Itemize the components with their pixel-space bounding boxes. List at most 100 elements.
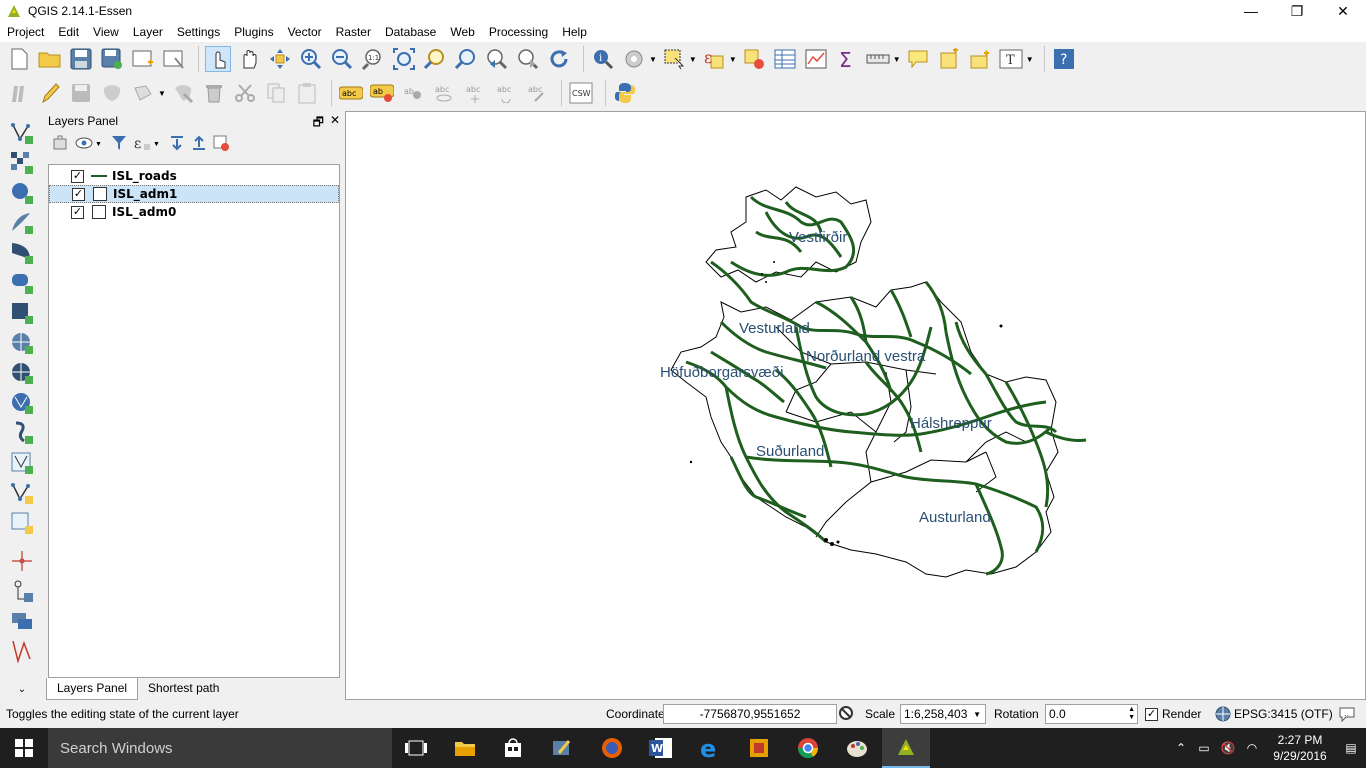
- pan-to-selection-icon[interactable]: [267, 46, 293, 72]
- select-features-icon[interactable]: [661, 46, 687, 72]
- new-spatialite-layer-icon[interactable]: [8, 510, 36, 536]
- add-postgis-layer-icon[interactable]: [8, 180, 36, 206]
- change-label-icon[interactable]: abc: [524, 80, 550, 106]
- battery-icon[interactable]: ▭: [1192, 741, 1216, 755]
- chevron-down-icon[interactable]: ▼: [893, 55, 901, 64]
- node-tool-icon[interactable]: [170, 80, 196, 106]
- move-feature-icon[interactable]: [130, 80, 156, 106]
- open-attribute-table-icon[interactable]: [772, 46, 798, 72]
- layer-labeling-options-icon[interactable]: abc: [338, 80, 364, 106]
- add-vector-layer-icon[interactable]: [8, 120, 36, 146]
- chevron-down-icon[interactable]: ⌄: [8, 680, 36, 698]
- rotation-spinbox[interactable]: 0.0 ▲ ▼: [1045, 704, 1138, 724]
- wifi-icon[interactable]: ◠: [1240, 741, 1264, 755]
- show-bookmarks-icon[interactable]: [967, 46, 993, 72]
- statistical-summary-icon[interactable]: [803, 46, 829, 72]
- mouse-extent-toggle-icon[interactable]: [838, 705, 854, 724]
- layer-visibility-checkbox[interactable]: ✓: [72, 187, 85, 201]
- menu-plugins[interactable]: Plugins: [227, 25, 280, 39]
- volume-muted-icon[interactable]: 🔇: [1216, 741, 1240, 755]
- menu-processing[interactable]: Processing: [482, 25, 555, 39]
- zoom-out-icon[interactable]: [329, 46, 355, 72]
- messages-icon[interactable]: ..: [1338, 705, 1356, 726]
- current-edits-icon[interactable]: [6, 80, 32, 106]
- tab-shortest-path[interactable]: Shortest path: [138, 678, 229, 700]
- touch-zoom-pan-icon[interactable]: [205, 46, 231, 72]
- save-as-icon[interactable]: [99, 46, 125, 72]
- collapse-all-icon[interactable]: [190, 134, 208, 155]
- run-feature-action-icon[interactable]: [621, 46, 647, 72]
- coordinate-field[interactable]: -7756870,9551652: [663, 704, 837, 724]
- close-panel-icon[interactable]: ✕: [330, 113, 340, 134]
- crs-globe-icon[interactable]: [1215, 706, 1231, 725]
- add-delimited-text-layer-icon[interactable]: [8, 420, 36, 446]
- start-button[interactable]: [0, 728, 48, 768]
- chevron-up-icon[interactable]: ⌃: [1170, 741, 1192, 755]
- identify-features-icon[interactable]: i: [590, 46, 616, 72]
- spinner-arrows-icon[interactable]: ▲ ▼: [1128, 706, 1135, 722]
- cut-features-icon[interactable]: [232, 80, 258, 106]
- layer-visibility-checkbox[interactable]: ✓: [71, 169, 84, 183]
- refresh-icon[interactable]: [546, 46, 572, 72]
- menu-web[interactable]: Web: [443, 25, 481, 39]
- chrome-icon[interactable]: [784, 728, 832, 768]
- chevron-down-icon[interactable]: ▼: [649, 55, 657, 64]
- pin-labels-icon[interactable]: ab: [400, 80, 426, 106]
- move-label-icon[interactable]: abc: [462, 80, 488, 106]
- zoom-next-icon[interactable]: [515, 46, 541, 72]
- toggle-editing-icon[interactable]: [37, 80, 63, 106]
- show-hide-labels-icon[interactable]: abc: [431, 80, 457, 106]
- deselect-features-icon[interactable]: [741, 46, 767, 72]
- chevron-down-icon[interactable]: ▼: [973, 710, 981, 719]
- metasearch-csw-icon[interactable]: CSW: [568, 80, 594, 106]
- chevron-down-icon[interactable]: ▼: [153, 141, 160, 148]
- menu-settings[interactable]: Settings: [170, 25, 227, 39]
- task-view-icon[interactable]: [392, 728, 440, 768]
- georeferencer-icon[interactable]: [8, 578, 36, 604]
- qgis-browser-icon[interactable]: [538, 728, 586, 768]
- layer-row-isl-adm1[interactable]: ✓ ISL_adm1: [49, 185, 339, 203]
- map-tips-icon[interactable]: [905, 46, 931, 72]
- road-graph-icon[interactable]: [8, 638, 36, 664]
- remove-layer-icon[interactable]: [212, 134, 230, 155]
- chevron-down-icon[interactable]: ▼: [689, 55, 697, 64]
- add-wms-layer-icon[interactable]: [8, 330, 36, 356]
- zoom-full-icon[interactable]: [391, 46, 417, 72]
- python-console-icon[interactable]: [612, 80, 638, 106]
- firefox-icon[interactable]: [588, 728, 636, 768]
- evis-event-browser-icon[interactable]: [8, 608, 36, 634]
- qgis-taskbar-icon[interactable]: [882, 728, 930, 768]
- visibility-eye-icon[interactable]: [74, 134, 94, 155]
- text-annotation-icon[interactable]: T: [998, 46, 1024, 72]
- search-box[interactable]: Search Windows: [48, 728, 392, 768]
- chevron-down-icon[interactable]: ▼: [729, 55, 737, 64]
- add-spatialite-layer-icon[interactable]: [8, 210, 36, 236]
- new-shapefile-layer-icon[interactable]: [8, 480, 36, 506]
- composer-manager-icon[interactable]: [161, 46, 187, 72]
- menu-raster[interactable]: Raster: [329, 25, 378, 39]
- render-checkbox[interactable]: ✓: [1145, 707, 1158, 721]
- add-db2-layer-icon[interactable]: [8, 270, 36, 296]
- add-feature-tool-icon[interactable]: [8, 548, 36, 574]
- menu-help[interactable]: Help: [555, 25, 594, 39]
- layer-visibility-checkbox[interactable]: ✓: [71, 205, 84, 219]
- field-calculator-icon[interactable]: Σ: [834, 46, 860, 72]
- map-canvas[interactable]: Vestfirðir Vesturland Norðurland vestra …: [345, 111, 1366, 700]
- menu-edit[interactable]: Edit: [51, 25, 86, 39]
- menu-vector[interactable]: Vector: [281, 25, 329, 39]
- delete-selected-icon[interactable]: [201, 80, 227, 106]
- save-layer-edits-icon[interactable]: [68, 80, 94, 106]
- crs-label[interactable]: EPSG:3415 (OTF): [1234, 707, 1333, 721]
- layer-row-isl-roads[interactable]: ✓ ISL_roads: [49, 167, 339, 185]
- store-icon[interactable]: [489, 728, 537, 768]
- new-bookmark-icon[interactable]: [936, 46, 962, 72]
- clock[interactable]: 2:27 PM 9/29/2016: [1264, 732, 1336, 764]
- scale-combobox[interactable]: 1:6,258,403 ▼: [900, 704, 986, 724]
- filter-legend-icon[interactable]: [110, 134, 128, 155]
- add-mssql-layer-icon[interactable]: [8, 240, 36, 266]
- zoom-native-resolution-icon[interactable]: 1:1: [360, 46, 386, 72]
- menu-project[interactable]: Project: [0, 25, 51, 39]
- select-by-expression-icon[interactable]: ε: [701, 46, 727, 72]
- style-manager-icon[interactable]: [52, 134, 70, 155]
- add-feature-icon[interactable]: [99, 80, 125, 106]
